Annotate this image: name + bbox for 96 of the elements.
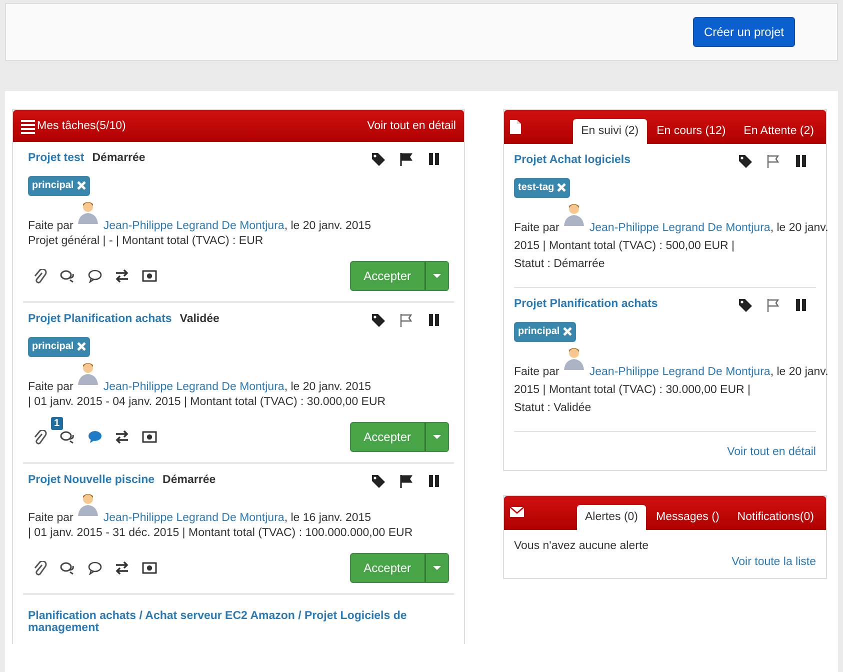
person-icon xyxy=(77,200,100,224)
project-details: 2015 | Montant total (TVAC) : 500,00 EUR | xyxy=(514,239,736,254)
paperclip-icon[interactable] xyxy=(32,430,47,444)
paperclip-icon[interactable] xyxy=(32,560,47,576)
author-link[interactable]: Jean-Philippe Legrand De Montjura xyxy=(103,220,284,232)
list-link[interactable]: Voir toute la liste xyxy=(732,556,816,568)
project-details: 2015 | Montant total (TVAC) : 30.000,00 EUR | xyxy=(514,383,752,398)
paperclip-icon[interactable] xyxy=(32,268,47,284)
tab[interactable]: En Attente (2) xyxy=(736,119,822,144)
task-date: , le 20 janv. 2015 xyxy=(284,381,372,393)
remove-icon[interactable] xyxy=(76,181,86,190)
project-date: , le 20 janv. xyxy=(770,366,828,378)
accept-button[interactable]: Accepter xyxy=(350,422,425,452)
tag-icon[interactable] xyxy=(738,154,752,168)
tab[interactable]: En cours (12) xyxy=(648,119,734,144)
comments-icon[interactable] xyxy=(60,561,75,575)
tab[interactable]: Notifications(0) xyxy=(729,505,822,530)
author-link[interactable]: Jean-Philippe Legrand De Montjura xyxy=(589,366,770,378)
tag-label: principal xyxy=(32,341,74,352)
task-date: , le 20 janv. 2015 xyxy=(284,220,372,232)
pause-icon[interactable] xyxy=(794,154,808,168)
task-details: | 01 janv. 2015 - 04 janv. 2015 | Montant total (TVAC) : 30.000,00 EUR xyxy=(28,396,387,408)
project-date: , le 20 janv. xyxy=(770,222,828,234)
tag-label: principal xyxy=(518,326,560,337)
dropdown-button[interactable] xyxy=(425,261,449,291)
task-status: Validée xyxy=(180,313,220,325)
comments-icon[interactable] xyxy=(60,430,75,444)
tab[interactable]: Messages () xyxy=(648,505,728,530)
menu-icon xyxy=(21,118,35,134)
task-status: Démarrée xyxy=(92,152,146,164)
pause-icon[interactable] xyxy=(794,298,808,312)
project-title-link[interactable]: Projet Planification achats xyxy=(514,298,658,310)
tag-icon[interactable] xyxy=(371,152,385,166)
empty-message: Vous n'avez aucune alerte xyxy=(514,540,650,552)
count-badge: 1 xyxy=(51,417,63,430)
mail-icon xyxy=(510,506,524,520)
accept-button[interactable]: Accepter xyxy=(350,261,425,291)
flag-icon[interactable] xyxy=(399,152,413,166)
person-icon xyxy=(563,346,586,370)
flag-icon[interactable] xyxy=(399,474,413,488)
task-details: Projet général | - | Montant total (TVAC) : EUR xyxy=(28,235,264,247)
tag-icon[interactable] xyxy=(371,474,385,488)
dropdown-button[interactable] xyxy=(425,422,449,452)
task-title-link[interactable]: Planification achats / Achat serveur EC2 Amazon / Projet Logiciels de management xyxy=(28,610,449,634)
tag-icon[interactable] xyxy=(738,298,752,312)
author-link[interactable]: Jean-Philippe Legrand De Montjura xyxy=(103,512,284,524)
money-icon[interactable] xyxy=(142,430,157,444)
project-status: Statut : Validée xyxy=(514,401,592,416)
comment-icon[interactable] xyxy=(88,269,102,283)
remove-icon[interactable] xyxy=(557,183,566,192)
pause-icon[interactable] xyxy=(427,474,441,488)
by-label: Faite par xyxy=(514,366,560,378)
accept-button[interactable]: Accepter xyxy=(350,553,425,583)
caret-icon xyxy=(433,274,441,278)
detail-link[interactable]: Voir tout en détail xyxy=(367,120,456,132)
by-label: Faite par xyxy=(28,381,74,393)
dropdown-button[interactable] xyxy=(425,553,449,583)
tag-label: test-tag xyxy=(518,182,554,193)
project-status: Statut : Démarrée xyxy=(514,257,606,272)
by-label: Faite par xyxy=(514,222,560,234)
panel-title: Mes tâches(5/10) xyxy=(37,120,126,132)
author-link[interactable]: Jean-Philippe Legrand De Montjura xyxy=(589,222,770,234)
caret-icon xyxy=(433,566,441,570)
exchange-icon[interactable] xyxy=(115,561,129,575)
by-label: Faite par xyxy=(28,220,74,232)
person-icon xyxy=(563,202,586,226)
tag-label: principal xyxy=(32,180,74,191)
document-icon xyxy=(510,120,524,134)
exchange-icon[interactable] xyxy=(115,430,129,444)
person-icon xyxy=(77,492,100,516)
caret-icon xyxy=(433,435,441,439)
task-status: Démarrée xyxy=(162,474,216,486)
money-icon[interactable] xyxy=(142,561,157,575)
remove-icon[interactable] xyxy=(562,327,572,336)
comments-icon[interactable] xyxy=(60,269,75,283)
pause-icon[interactable] xyxy=(427,313,441,327)
tab[interactable]: Alertes (0) xyxy=(576,505,646,530)
by-label: Faite par xyxy=(28,512,74,524)
pause-icon[interactable] xyxy=(427,152,441,166)
remove-icon[interactable] xyxy=(76,342,86,351)
project-title-link[interactable]: Projet Achat logiciels xyxy=(514,154,631,166)
task-title-link[interactable]: Projet Planification achats xyxy=(28,313,172,325)
create-project-button[interactable]: Créer un projet xyxy=(692,17,795,47)
money-icon[interactable] xyxy=(142,269,157,283)
detail-link[interactable]: Voir tout en détail xyxy=(727,446,816,458)
task-details: | 01 janv. 2015 - 31 déc. 2015 | Montant total (TVAC) : 100.000.000,00 EUR xyxy=(28,527,414,539)
task-date: , le 16 janv. 2015 xyxy=(284,512,372,524)
task-title-link[interactable]: Projet test xyxy=(28,152,84,164)
author-link[interactable]: Jean-Philippe Legrand De Montjura xyxy=(103,381,284,393)
person-icon xyxy=(77,361,100,385)
comment-icon[interactable] xyxy=(88,430,102,444)
tab[interactable]: En suivi (2) xyxy=(573,119,647,144)
task-title-link[interactable]: Projet Nouvelle piscine xyxy=(28,474,155,486)
comment-icon[interactable] xyxy=(88,561,102,575)
tag-icon[interactable] xyxy=(371,313,385,327)
exchange-icon[interactable] xyxy=(115,269,129,283)
